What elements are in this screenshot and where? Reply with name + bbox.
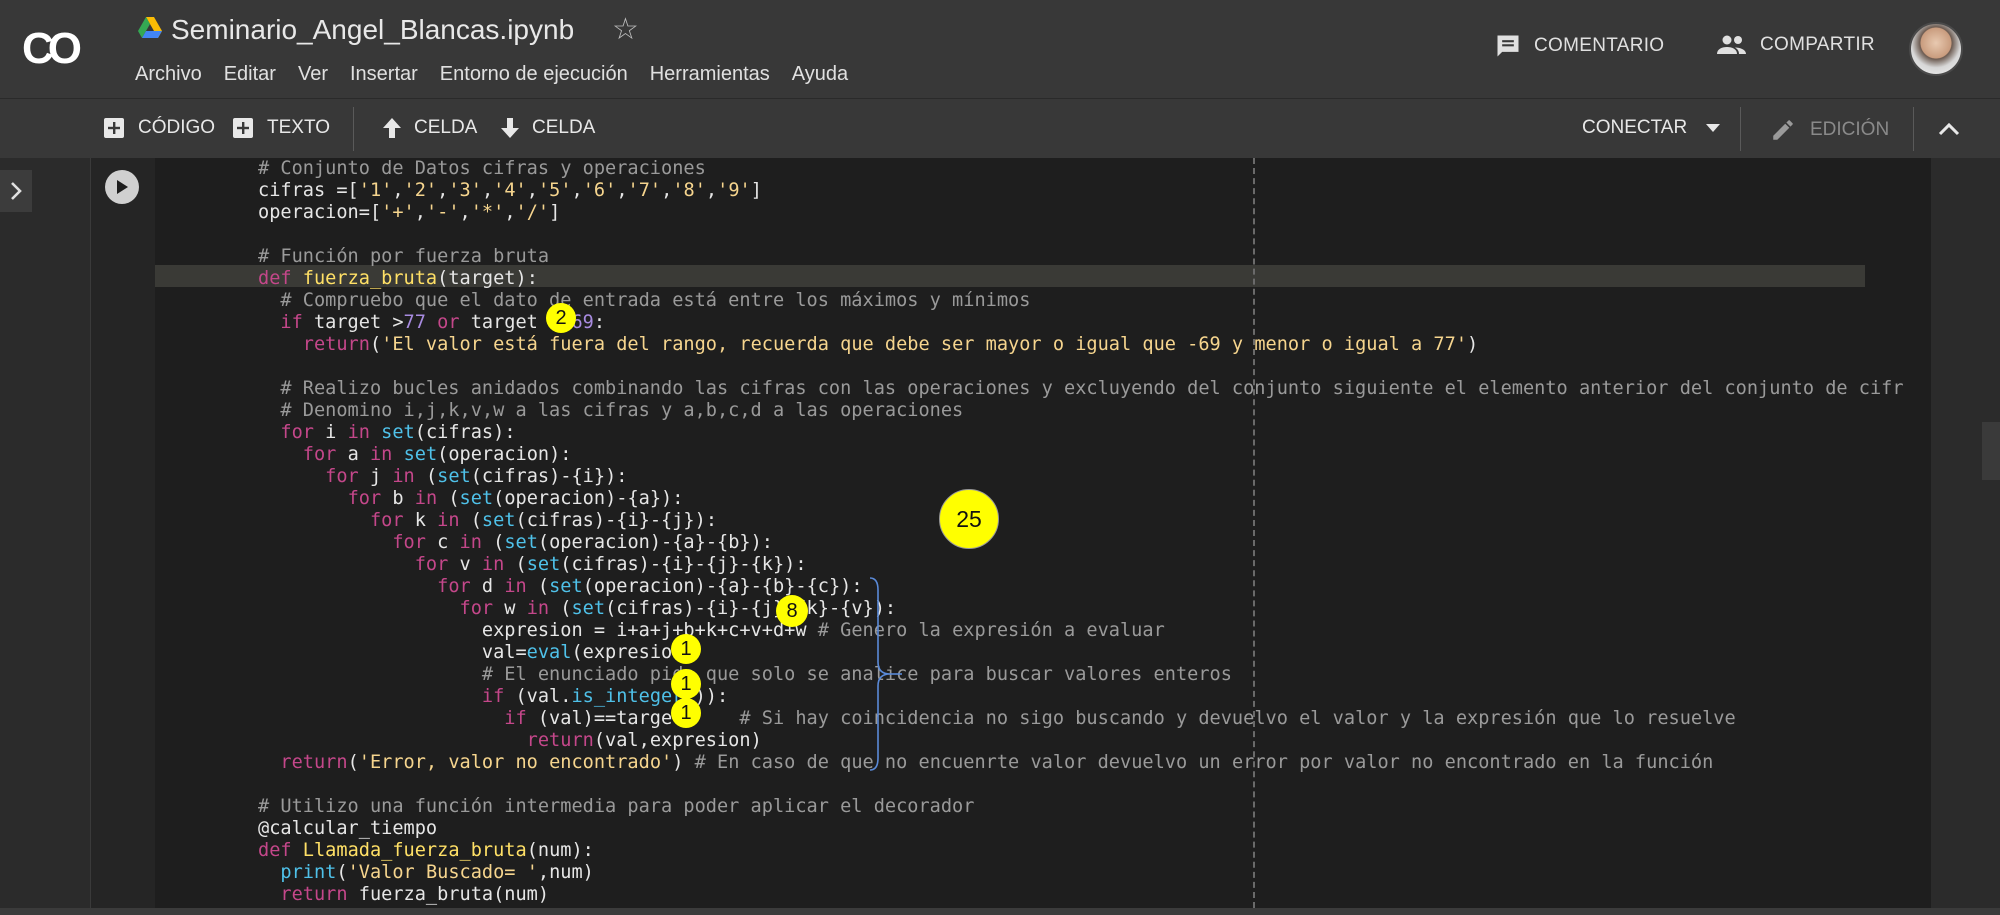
code-line: for a in set(operacion): xyxy=(302,444,572,465)
people-icon xyxy=(1717,35,1746,54)
code-line: if (val.is_integer()): xyxy=(481,686,729,707)
menu-entorno-ejecucion[interactable]: Entorno de ejecución xyxy=(440,63,628,86)
code-line: for k in (set(cifras)-{i}-{j}): xyxy=(369,510,718,531)
menu-ayuda[interactable]: Ayuda xyxy=(792,63,848,86)
menu-ver[interactable]: Ver xyxy=(298,63,328,86)
plus-box-icon xyxy=(233,118,253,138)
annotation-badge: 2 xyxy=(546,303,576,333)
cell-gutter xyxy=(91,158,155,908)
code-line: # Denomino i,j,k,v,w a las cifras y a,b,… xyxy=(280,400,964,421)
edit-mode-label: EDICIÓN xyxy=(1810,119,1890,140)
code-line: for d in (set(operacion)-{a}-{b}-{c}): xyxy=(437,576,863,597)
code-line: # Compruebo que el dato de entrada está … xyxy=(280,290,1031,311)
plus-box-icon xyxy=(104,118,124,138)
left-side-panel xyxy=(0,158,90,915)
pencil-icon xyxy=(1773,120,1793,140)
code-line: for c in (set(operacion)-{a}-{b}): xyxy=(392,532,773,553)
notebook-title[interactable]: Seminario_Angel_Blancas.ipynb xyxy=(171,14,574,46)
notebook-toolbar: CÓDIGO TEXTO CELDA CELDA CONECTAR EDICIÓ… xyxy=(0,98,2000,158)
code-line: # Realizo bucles anidados combinando las… xyxy=(280,378,1904,399)
code-line: for j in (set(cifras)-{i}): xyxy=(325,466,628,487)
code-line: # El enunciado pide que solo se analice … xyxy=(481,664,1232,685)
chevron-right-icon xyxy=(11,182,22,200)
google-drive-icon[interactable] xyxy=(138,17,162,39)
expand-sidebar-button[interactable] xyxy=(0,170,32,212)
code-line: val=eval(expresion) xyxy=(258,642,695,663)
add-text-label: TEXTO xyxy=(267,117,330,138)
code-line: def Llamada_fuerza_bruta(num): xyxy=(258,840,594,861)
connect-button[interactable]: CONECTAR xyxy=(1582,117,1721,139)
code-line: operacion=['+','-','*','/'] xyxy=(258,202,561,223)
user-avatar[interactable] xyxy=(1909,22,1963,76)
toolbar-divider xyxy=(353,107,354,151)
arrow-up-icon xyxy=(383,118,401,138)
move-cell-down-button[interactable]: CELDA xyxy=(500,117,595,139)
scrollbar-thumb[interactable] xyxy=(1982,422,2000,480)
share-button[interactable]: COMPARTIR xyxy=(1716,32,1875,58)
code-line: # Conjunto de Datos cifras y operaciones xyxy=(258,158,706,179)
code-cell[interactable]: # Conjunto de Datos cifras y operaciones… xyxy=(90,158,1931,908)
code-line: @calcular_tiempo xyxy=(258,818,438,839)
code-line: cifras =['1','2','3','4','5','6','7','8'… xyxy=(258,180,762,201)
menu-herramientas[interactable]: Herramientas xyxy=(650,63,770,86)
comment-icon xyxy=(1497,35,1519,57)
toolbar-divider xyxy=(1740,107,1741,151)
add-text-button[interactable]: TEXTO xyxy=(233,117,330,139)
code-line: return fuerza_bruta(num) xyxy=(280,884,550,905)
code-line: return('El valor está fuera del rango, r… xyxy=(302,334,1479,355)
connect-label: CONECTAR xyxy=(1582,117,1688,138)
share-label: COMPARTIR xyxy=(1760,34,1875,55)
menu-archivo[interactable]: Archivo xyxy=(135,63,202,86)
annotation-badge: 25 xyxy=(939,489,999,549)
annotation-badge: 1 xyxy=(671,669,701,699)
code-line: if (val)==target: # Si hay coincidencia … xyxy=(504,708,1736,729)
annotation-badge: 8 xyxy=(776,595,808,627)
move-cell-down-label: CELDA xyxy=(532,117,596,138)
caret-down-icon xyxy=(1706,124,1721,132)
toolbar-divider xyxy=(1913,107,1914,151)
code-line: expresion = i+a+j+b+k+c+v+d+w # Genero l… xyxy=(258,620,1165,641)
code-line: # Utilizo una función intermedia para po… xyxy=(258,796,975,817)
menu-editar[interactable]: Editar xyxy=(224,63,276,86)
annotation-badge: 1 xyxy=(671,698,701,728)
move-cell-up-label: CELDA xyxy=(414,117,478,138)
code-line: # Función por fuerza bruta xyxy=(258,246,550,267)
brace-annotation xyxy=(869,577,902,771)
move-cell-up-button[interactable]: CELDA xyxy=(382,117,477,139)
chevron-up-icon[interactable] xyxy=(1938,121,1960,137)
add-code-button[interactable]: CÓDIGO xyxy=(104,117,215,139)
menu-bar: Archivo Editar Ver Insertar Entorno de e… xyxy=(135,63,870,86)
arrow-down-icon xyxy=(501,118,519,138)
code-line: print('Valor Buscado= ',num) xyxy=(280,862,594,883)
code-line: for b in (set(operacion)-{a}): xyxy=(347,488,684,509)
code-line: return(val,expresion) xyxy=(526,730,762,751)
code-line: for v in (set(cifras)-{i}-{j}-{k}): xyxy=(414,554,807,575)
run-cell-button[interactable] xyxy=(105,170,139,204)
horizontal-scrollbar[interactable] xyxy=(0,908,2000,915)
app-header: CO Seminario_Angel_Blancas.ipynb ☆ Archi… xyxy=(0,0,2000,98)
colab-logo[interactable]: CO xyxy=(0,0,98,98)
annotation-badge: 1 xyxy=(671,634,701,664)
edit-mode-button[interactable]: EDICIÓN xyxy=(1770,117,1889,143)
menu-insertar[interactable]: Insertar xyxy=(350,63,418,86)
star-icon[interactable]: ☆ xyxy=(612,12,639,47)
line-length-ruler xyxy=(1253,158,1255,908)
add-code-label: CÓDIGO xyxy=(138,117,216,138)
code-line: return('Error, valor no encontrado') # E… xyxy=(280,752,1714,773)
code-line: def fuerza_bruta(target): xyxy=(258,268,538,289)
code-line: for i in set(cifras): xyxy=(280,422,516,443)
comment-button[interactable]: COMENTARIO xyxy=(1494,32,1664,60)
comment-label: COMENTARIO xyxy=(1534,35,1665,56)
code-editor[interactable]: # Conjunto de Datos cifras y operaciones… xyxy=(155,158,1931,908)
notebook-area: # Conjunto de Datos cifras y operaciones… xyxy=(0,158,2000,915)
play-icon xyxy=(117,180,128,194)
